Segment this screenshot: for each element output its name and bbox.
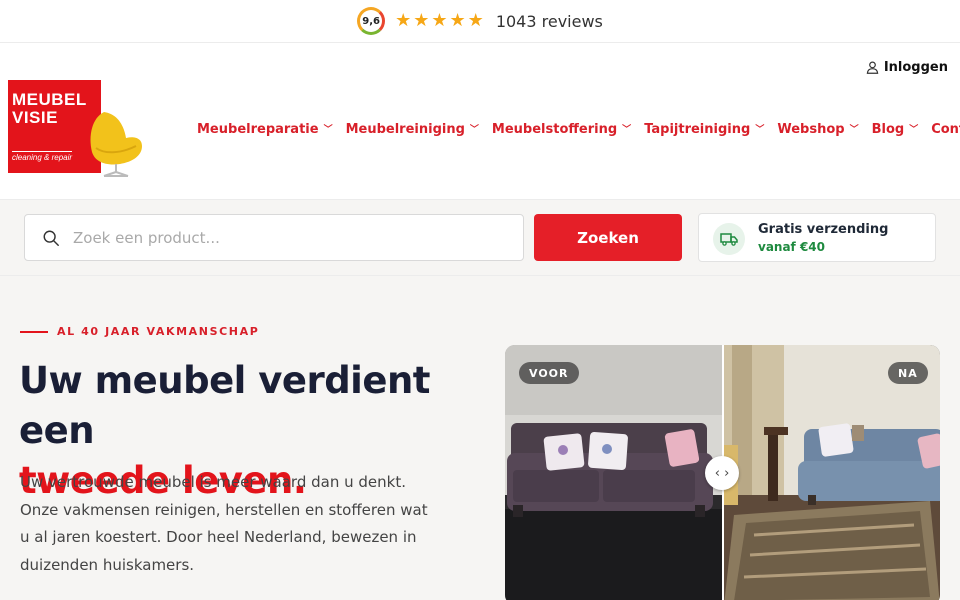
nav-item-contact[interactable]: Contact: [931, 122, 960, 137]
nav-item-meubelreiniging[interactable]: Meubelreiniging ﹀: [346, 122, 479, 137]
hero-description: Uw vertrouwde meubel is meer waard dan u…: [20, 473, 428, 574]
rating-stars: ★ ★ ★ ★ ★: [395, 12, 484, 30]
logo-text-line2: VISIE: [12, 108, 58, 127]
after-label: NA: [888, 362, 928, 384]
search-icon: [43, 230, 59, 246]
hero-eyebrow: AL 40 JAAR VAKMANSCHAP: [20, 325, 259, 338]
logo-text-line1: MEUBEL: [12, 90, 87, 109]
hero-section: AL 40 JAAR VAKMANSCHAP Uw meubel verdien…: [0, 276, 960, 600]
free-shipping-badge: Gratis verzending vanaf €40: [698, 213, 936, 262]
egg-chair-icon: [90, 112, 142, 177]
slider-handle[interactable]: ‹ ›: [705, 456, 739, 490]
hero-title-line1: Uw meubel verdient een: [19, 359, 431, 452]
nav-label: Meubelstoffering: [491, 122, 618, 137]
rating-score: 9,6: [362, 15, 380, 27]
shipping-icon-wrap: [713, 223, 745, 255]
logo-tagline: cleaning & repair: [12, 151, 73, 162]
star-icon: ★: [467, 10, 484, 31]
user-icon: [866, 61, 879, 74]
star-icon: ★: [395, 10, 412, 31]
nav-item-tapijtreiniging[interactable]: Tapijtreiniging ﹀: [644, 122, 764, 137]
chevron-down-icon: ﹀: [909, 125, 919, 135]
nav-label: Meubelreparatie: [197, 122, 319, 137]
review-bar[interactable]: 9,6 ★ ★ ★ ★ ★ 1043 reviews: [0, 0, 960, 43]
chevron-down-icon: ﹀: [755, 125, 765, 135]
shipping-title: Gratis verzending: [758, 222, 889, 237]
chevron-down-icon: ﹀: [469, 125, 479, 135]
arrows-left-right-icon: ‹ ›: [714, 465, 730, 481]
chevron-down-icon: ﹀: [323, 125, 333, 135]
eyebrow-line: [20, 330, 48, 333]
nav-item-webshop[interactable]: Webshop ﹀: [777, 122, 858, 137]
login-label: Inloggen: [883, 60, 948, 75]
nav-item-blog[interactable]: Blog ﹀: [872, 122, 919, 137]
nav-label: Meubelreiniging: [345, 122, 465, 137]
search-bar-section: Zoeken Gratis verzending vanaf €40: [0, 199, 960, 276]
search-input[interactable]: [73, 228, 493, 247]
before-after-slider[interactable]: ‹ › VOOR NA: [505, 345, 940, 600]
nav-label: Contact: [931, 122, 960, 137]
rating-score-badge: 9,6: [357, 7, 386, 35]
nav-item-meubelstoffering[interactable]: Meubelstoffering ﹀: [492, 122, 631, 137]
shipping-subtitle: vanaf €40: [758, 240, 826, 254]
login-link[interactable]: Inloggen: [866, 60, 948, 75]
star-icon: ★: [449, 10, 466, 31]
reviews-count[interactable]: 1043 reviews: [496, 12, 603, 31]
site-logo[interactable]: MEUBEL VISIE cleaning & repair: [8, 80, 148, 180]
nav-label: Tapijtreiniging: [644, 122, 751, 137]
chevron-down-icon: ﹀: [849, 125, 859, 135]
search-box[interactable]: [24, 214, 524, 261]
main-nav: Meubelreparatie ﹀ Meubelreiniging ﹀ Meub…: [197, 122, 960, 137]
eyebrow-text: AL 40 JAAR VAKMANSCHAP: [57, 325, 260, 338]
star-icon: ★: [413, 10, 430, 31]
truck-icon: [720, 233, 738, 246]
search-button[interactable]: Zoeken: [534, 214, 682, 261]
before-label: VOOR: [519, 362, 579, 384]
site-header: Inloggen MEUBEL VISIE cleaning & repair …: [0, 43, 960, 199]
nav-label: Blog: [871, 122, 905, 137]
star-icon: ★: [431, 10, 448, 31]
chevron-down-icon: ﹀: [622, 125, 632, 135]
nav-item-meubelreparatie[interactable]: Meubelreparatie ﹀: [197, 122, 333, 137]
nav-label: Webshop: [777, 122, 845, 137]
